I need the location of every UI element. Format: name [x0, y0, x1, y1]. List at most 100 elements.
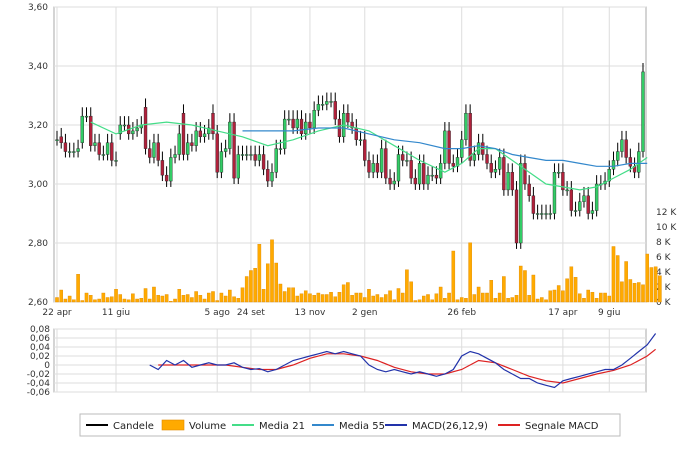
volume-bar — [84, 292, 89, 303]
volume-bar — [240, 287, 245, 303]
volume-bar — [55, 297, 59, 303]
volume-bar — [510, 297, 515, 303]
candle-body — [76, 148, 80, 152]
volume-tick-label: 6 K — [656, 253, 672, 263]
price-tick-label: 2,80 — [28, 239, 48, 249]
candle-body — [573, 210, 578, 212]
volume-bar — [156, 295, 160, 303]
volume-bar — [152, 286, 156, 303]
legend-label: Candele — [113, 421, 154, 432]
candle-body — [89, 115, 93, 146]
candle-body — [413, 177, 418, 185]
volume-bar — [232, 296, 236, 303]
volume-tick-label: 12 K — [656, 208, 677, 218]
volume-bar — [173, 298, 177, 303]
price-panel — [53, 6, 647, 303]
volume-bar — [274, 262, 279, 303]
candle-body — [93, 142, 97, 146]
legend-swatch-volume — [161, 419, 185, 431]
volume-bar — [438, 286, 443, 303]
volume-bar — [101, 292, 106, 303]
candle-body — [173, 154, 177, 158]
volume-bar — [552, 289, 557, 303]
volume-bar — [476, 286, 481, 303]
volume-bar — [367, 289, 371, 303]
macd-tick-label: 0,02 — [30, 352, 50, 362]
volume-bar — [63, 298, 68, 303]
candle-body — [101, 154, 106, 156]
candle-body — [557, 171, 561, 174]
candle-body — [135, 127, 139, 132]
volume-bar — [582, 298, 586, 303]
x-tick-label: 26 feb — [447, 308, 476, 318]
volume-bar — [329, 292, 333, 303]
candle-body — [396, 154, 401, 182]
candle-body — [143, 107, 148, 149]
candle-body — [59, 136, 63, 143]
candle-body — [405, 160, 409, 162]
volume-bar — [481, 292, 485, 303]
x-tick-label: 22 apr — [42, 308, 72, 318]
candle-body — [497, 157, 502, 170]
candle-body — [325, 101, 329, 105]
volume-bar — [244, 276, 249, 303]
volume-bar — [489, 280, 494, 303]
candle-body — [510, 171, 514, 191]
candle-body — [426, 174, 430, 185]
volume-bar — [118, 294, 123, 303]
volume-bar — [485, 292, 489, 303]
volume-bar — [421, 295, 426, 303]
candle-body — [514, 189, 519, 244]
volume-bar — [645, 253, 649, 303]
volume-bar — [72, 299, 76, 303]
candle-body — [228, 121, 232, 149]
candle-body — [590, 210, 595, 214]
volume-bar — [607, 295, 612, 303]
volume-bar — [455, 299, 460, 303]
volume-bar — [110, 296, 114, 303]
volume-bar — [215, 300, 219, 303]
volume-bar — [468, 242, 472, 303]
macd-tick-label: -0,02 — [27, 370, 50, 380]
volume-bar — [493, 298, 498, 303]
candle-body — [160, 160, 165, 176]
volume-bar — [320, 294, 325, 303]
volume-bar — [565, 278, 569, 303]
candle-body — [409, 160, 413, 179]
volume-bar — [169, 301, 173, 303]
volume-bar — [506, 298, 510, 303]
candle-body — [114, 160, 118, 162]
volume-bar — [641, 284, 645, 303]
candle-body — [257, 154, 262, 161]
volume-bar — [190, 297, 194, 303]
volume-bar — [603, 292, 607, 303]
legend-label: MACD(26,12,9) — [412, 421, 488, 432]
volume-bar — [88, 295, 93, 303]
volume-bar — [417, 299, 422, 303]
volume-bar — [147, 298, 152, 303]
x-tick-label: 11 giu — [102, 308, 130, 318]
volume-bar — [67, 295, 72, 303]
candle-body — [152, 142, 156, 158]
volume-bar — [228, 289, 232, 303]
candle-body — [245, 154, 249, 156]
candle-body — [535, 213, 540, 215]
candle-body — [316, 104, 321, 111]
volume-bar — [206, 292, 211, 303]
candle-body — [253, 154, 257, 161]
candle-body — [299, 118, 304, 135]
candle-body — [519, 163, 523, 244]
volume-bar — [624, 261, 628, 303]
candle-body — [472, 154, 477, 161]
macd-tick-label: -0,04 — [27, 379, 51, 389]
candle-body — [177, 133, 181, 155]
candle-body — [493, 169, 498, 173]
volume-bar — [346, 282, 350, 303]
candle-body — [287, 118, 291, 121]
volume-bar — [649, 267, 654, 303]
volume-bar — [451, 250, 456, 303]
volume-bar — [615, 255, 620, 303]
candle-body — [148, 148, 152, 158]
volume-bar — [126, 299, 131, 303]
volume-bar — [135, 298, 139, 303]
